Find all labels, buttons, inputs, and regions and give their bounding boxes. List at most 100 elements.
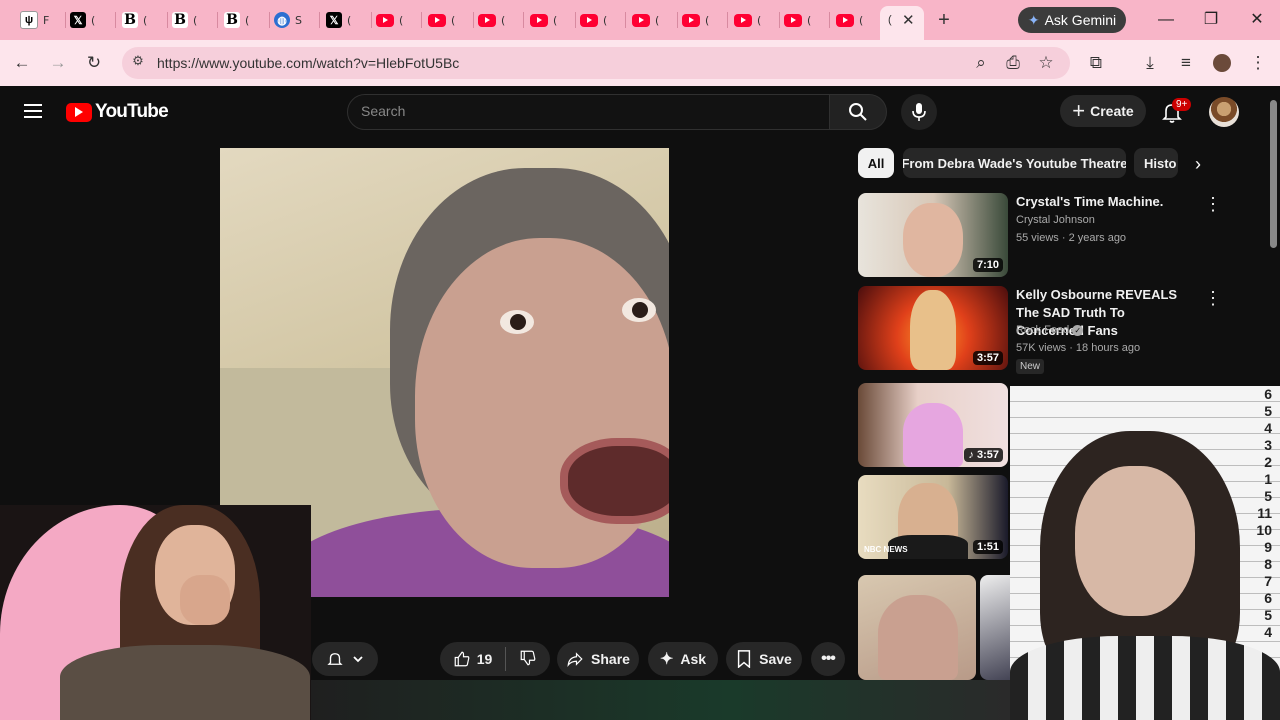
browser-tab[interactable]: (: [836, 8, 882, 32]
wolf-icon: ψ: [20, 11, 38, 29]
browser-tab[interactable]: 𝕏(: [70, 8, 116, 32]
browser-menu-icon[interactable]: ⋮: [1247, 52, 1269, 74]
share-arrow-icon: [567, 652, 583, 667]
account-avatar[interactable]: [1209, 97, 1239, 127]
rec-meta: 57K views · 18 hours ago: [1016, 342, 1141, 354]
youtube-icon: [734, 13, 752, 27]
height-mark: 5: [1264, 403, 1272, 419]
browser-tab[interactable]: (: [734, 8, 780, 32]
browser-tab[interactable]: 𝕏(: [326, 8, 372, 32]
install-app-icon[interactable]: ⎙: [1002, 52, 1024, 74]
youtube-wordmark: YouTube: [95, 101, 169, 122]
microphone-icon: [912, 103, 926, 121]
ask-button[interactable]: ✦ Ask: [648, 642, 718, 676]
site-info-icon[interactable]: ⚙: [129, 53, 147, 71]
browser-tab[interactable]: B(: [224, 8, 270, 32]
forward-icon[interactable]: →: [47, 52, 69, 74]
bookmark-star-icon[interactable]: ☆: [1035, 52, 1057, 74]
rec-thumbnail[interactable]: NBC NEWS 1:51: [858, 475, 1008, 559]
media-control-icon[interactable]: ≡: [1175, 52, 1197, 74]
music-note-icon: ♪: [968, 449, 974, 461]
browser-tab[interactable]: B(: [122, 8, 168, 32]
create-button[interactable]: + Create: [1060, 95, 1146, 127]
active-tab[interactable]: ( ✕: [880, 6, 924, 40]
youtube-icon: [784, 13, 802, 27]
like-button[interactable]: 19: [453, 650, 492, 668]
rec-channel[interactable]: Rock Feed ✓: [1016, 324, 1084, 336]
tab-title: (: [245, 13, 250, 27]
thumbnail-person: [903, 203, 963, 277]
browser-tab[interactable]: (: [478, 8, 524, 32]
browser-tab[interactable]: (: [784, 8, 830, 32]
browser-tab[interactable]: (: [530, 8, 576, 32]
dislike-button[interactable]: [519, 649, 537, 670]
close-window-icon[interactable]: ✕: [1243, 8, 1271, 32]
bell-icon: [327, 653, 343, 665]
youtube-icon: [478, 13, 496, 27]
duration-badge: 7:10: [972, 258, 1003, 272]
chip-history[interactable]: Histo: [1134, 148, 1178, 178]
rec-thumbnail[interactable]: ♪ 3:57: [858, 383, 1008, 467]
subscription-bell-button[interactable]: [312, 642, 378, 676]
browser-tab[interactable]: (: [580, 8, 626, 32]
youtube-play-icon: [66, 102, 92, 122]
search-input[interactable]: [347, 94, 831, 130]
mugshot-overlay: 6 5 4 3 2 1 5 11 10 9 8 7 6 5 4: [1010, 386, 1280, 720]
thumbnail-person: [910, 290, 956, 370]
restore-icon[interactable]: ❐: [1197, 8, 1225, 32]
rec-title[interactable]: Crystal's Time Machine.: [1016, 193, 1196, 211]
youtube-icon: [580, 13, 598, 27]
close-tab-icon[interactable]: ✕: [902, 11, 915, 29]
gemini-sparkle-icon: ✦: [1027, 11, 1040, 28]
tab-separator: [575, 12, 576, 28]
browser-tab[interactable]: ◍ S: [274, 8, 320, 32]
ask-label: Ask: [680, 651, 707, 667]
tab-title: (: [705, 13, 710, 27]
save-button[interactable]: Save: [726, 642, 802, 676]
youtube-logo[interactable]: YouTube: [66, 101, 169, 123]
browser-tab[interactable]: (: [632, 8, 678, 32]
rec-thumbnail[interactable]: 7:10: [858, 193, 1008, 277]
minimize-icon[interactable]: —: [1152, 8, 1180, 32]
kebab-menu-icon[interactable]: ⋮: [1204, 289, 1222, 307]
extensions-icon[interactable]: ⧉: [1085, 52, 1107, 74]
active-tab-title: (: [888, 14, 892, 26]
profile-avatar[interactable]: [1213, 54, 1231, 72]
new-tab-button[interactable]: +: [934, 8, 954, 32]
browser-tab[interactable]: ψF: [20, 8, 66, 32]
tab-title: (: [553, 13, 558, 27]
share-button[interactable]: Share: [557, 642, 639, 676]
tab-title: (: [501, 13, 506, 27]
thumbnail-person: [903, 403, 963, 467]
more-actions-button[interactable]: •••: [811, 642, 845, 676]
kebab-menu-icon[interactable]: ⋮: [1204, 195, 1222, 213]
b-icon: B: [172, 12, 188, 28]
youtube-icon: [530, 13, 548, 27]
reload-icon[interactable]: ↻: [83, 52, 105, 74]
chevron-right-icon[interactable]: ›: [1184, 150, 1212, 178]
rec-channel[interactable]: Crystal Johnson: [1016, 214, 1095, 226]
browser-tab[interactable]: (: [376, 8, 422, 32]
height-mark: 8: [1264, 556, 1272, 572]
chip-all[interactable]: All: [858, 148, 894, 178]
tab-separator: [523, 12, 524, 28]
rec-thumbnail[interactable]: 3:57: [858, 286, 1008, 370]
shorts-thumbnail[interactable]: [980, 575, 1010, 680]
download-icon[interactable]: ⤓: [1139, 52, 1161, 74]
zoom-icon[interactable]: ⌕: [970, 52, 992, 74]
x-icon: 𝕏: [70, 12, 86, 28]
scrollbar-thumb[interactable]: [1270, 100, 1277, 248]
shorts-thumbnail[interactable]: [858, 575, 976, 680]
thumbs-down-icon: [520, 650, 536, 665]
search-button[interactable]: [829, 94, 887, 130]
browser-tab[interactable]: (: [682, 8, 728, 32]
back-icon[interactable]: ←: [11, 52, 33, 74]
browser-tab[interactable]: B(: [172, 8, 218, 32]
url-text[interactable]: https://www.youtube.com/watch?v=HlebFotU…: [157, 55, 459, 71]
chip-channel[interactable]: From Debra Wade's Youtube Theatre: [903, 148, 1126, 178]
menu-icon[interactable]: [24, 104, 42, 118]
height-mark: 10: [1256, 522, 1272, 538]
voice-search-button[interactable]: [901, 94, 937, 130]
ask-gemini-button[interactable]: ✦ Ask Gemini: [1018, 7, 1126, 33]
browser-tab[interactable]: (: [428, 8, 474, 32]
